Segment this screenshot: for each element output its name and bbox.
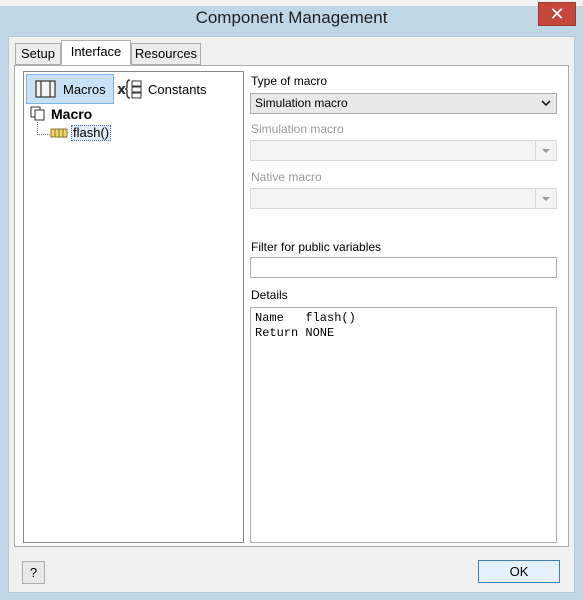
chevron-down-icon — [535, 141, 556, 160]
tree-root[interactable]: Macro — [30, 106, 92, 122]
details-label: Details — [251, 288, 288, 302]
tree-root-icon — [30, 106, 46, 122]
macros-toolbar-label: Macros — [63, 81, 106, 97]
native-macro-select[interactable] — [250, 188, 557, 209]
constants-toolbar-label: Constants — [148, 81, 207, 97]
constants-toolbar-button[interactable]: x Constants — [116, 74, 226, 104]
tab-setup[interactable]: Setup — [15, 43, 61, 65]
tree-item-flash-label: flash() — [71, 125, 112, 141]
svg-text:x: x — [117, 82, 126, 98]
tab-setup-label: Setup — [21, 46, 55, 61]
macro-browser-panel — [23, 71, 244, 543]
tree-connector — [37, 122, 50, 135]
tab-resources[interactable]: Resources — [131, 43, 201, 65]
filter-public-variables-label: Filter for public variables — [251, 240, 382, 254]
type-of-macro-value: Simulation macro — [255, 96, 348, 110]
tab-interface[interactable]: Interface — [61, 40, 131, 65]
macro-item-icon — [50, 126, 68, 140]
close-icon: ✕ — [549, 4, 565, 24]
chevron-down-icon — [535, 189, 556, 208]
type-of-macro-label: Type of macro — [251, 74, 328, 88]
native-macro-label: Native macro — [251, 170, 322, 184]
ok-button[interactable]: OK — [478, 560, 560, 583]
tree-item-flash[interactable]: flash() — [50, 125, 112, 141]
filter-public-variables-input[interactable] — [250, 257, 557, 278]
window-title: Component Management — [195, 8, 388, 27]
macros-toolbar-button[interactable]: Macros — [26, 74, 114, 104]
help-button[interactable]: ? — [22, 561, 45, 584]
background-window-edge — [0, 0, 583, 6]
type-of-macro-select[interactable]: Simulation macro — [250, 93, 557, 114]
tab-interface-label: Interface — [70, 44, 122, 59]
tab-resources-label: Resources — [134, 46, 198, 61]
details-textbox[interactable]: Name flash() Return NONE — [250, 307, 557, 543]
constants-icon: x — [116, 78, 146, 100]
close-button[interactable]: ✕ — [538, 2, 576, 26]
chevron-down-icon — [536, 94, 556, 113]
simulation-macro-label: Simulation macro — [251, 122, 344, 136]
simulation-macro-select[interactable] — [250, 140, 557, 161]
tree-root-label: Macro — [51, 106, 93, 122]
macros-icon — [33, 79, 59, 99]
